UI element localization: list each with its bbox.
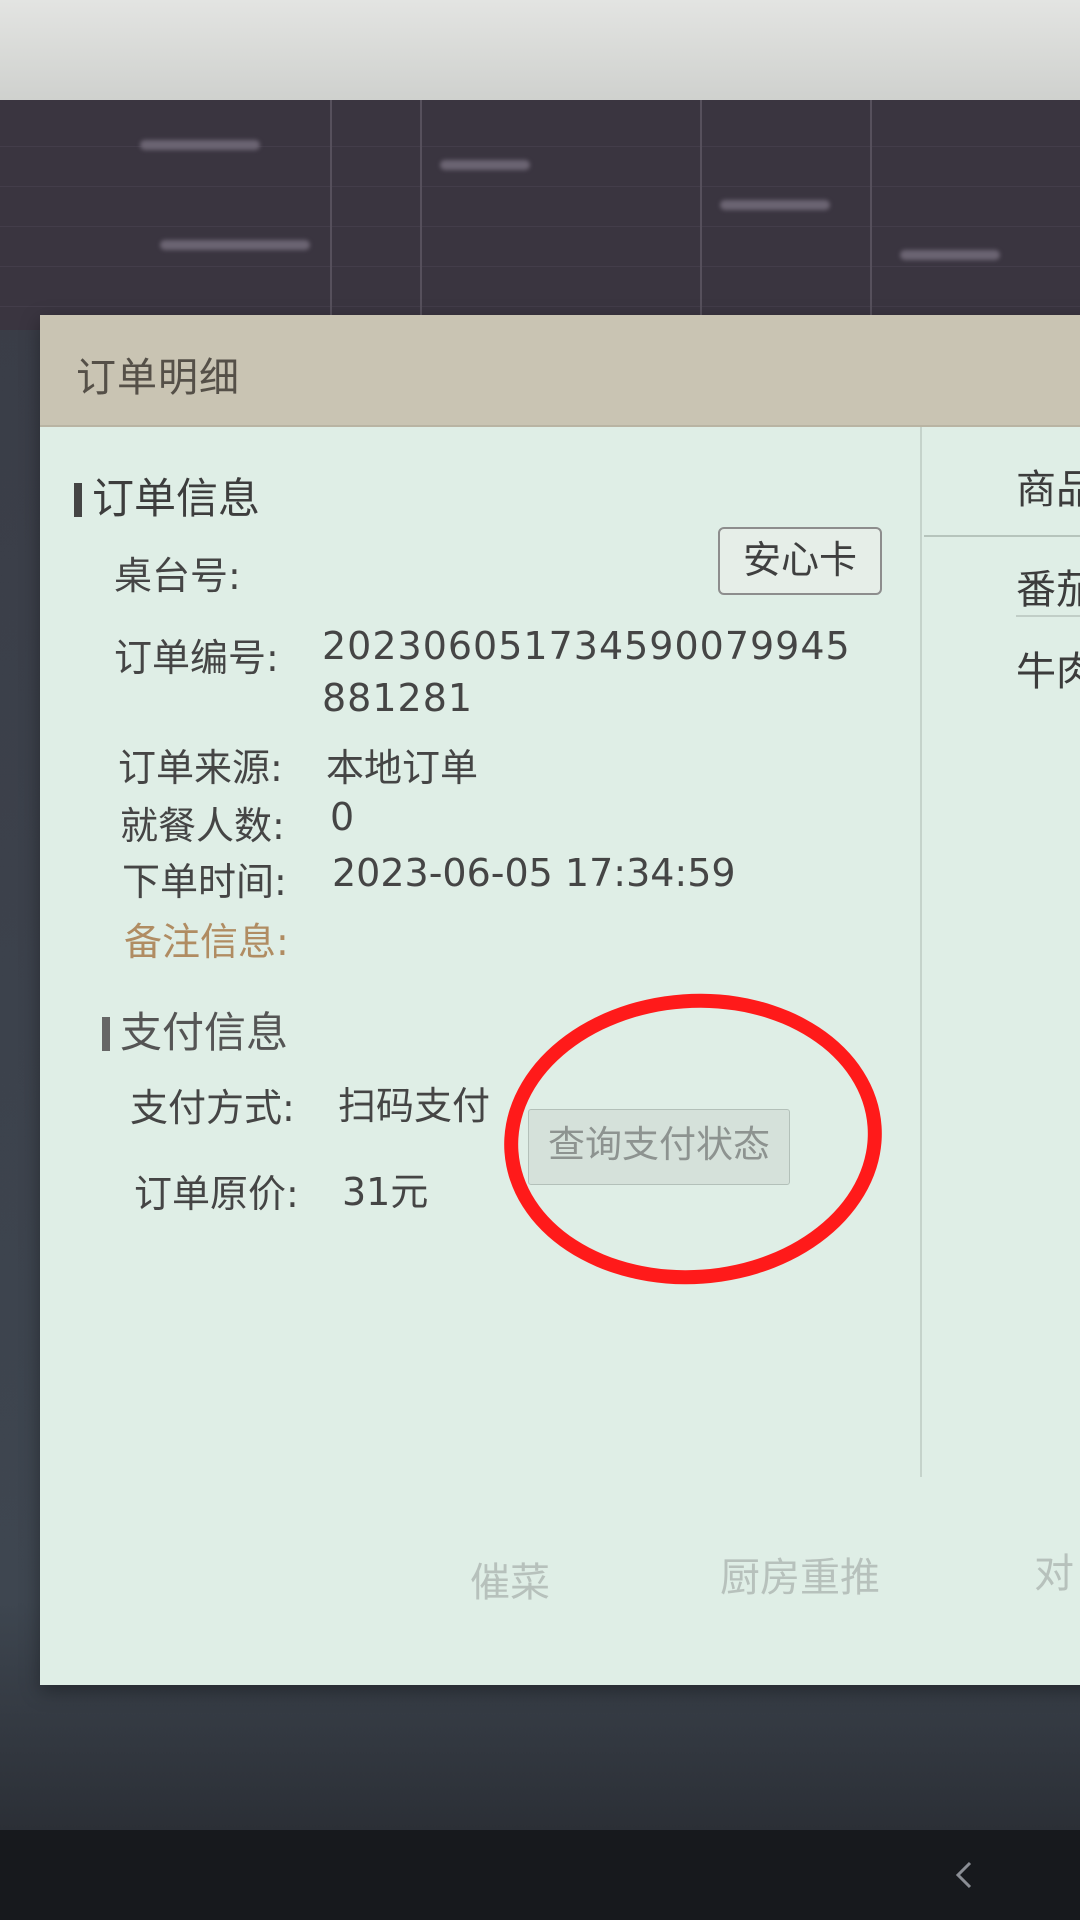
anxin-card-button[interactable]: 安心卡: [718, 527, 882, 595]
dialog-header: 订单明细: [40, 315, 1080, 427]
goods-item[interactable]: 牛肉炒: [1016, 639, 1080, 697]
diners-value: 0: [330, 795, 355, 839]
kitchen-reprint-button[interactable]: 厨房重推: [720, 1545, 880, 1603]
device-bottom-bar: [0, 1830, 1080, 1920]
order-source-label: 订单来源:: [118, 746, 283, 790]
dialog-title: 订单明细: [76, 355, 240, 401]
back-chevron-icon[interactable]: [950, 1860, 980, 1890]
payment-method-value: 扫码支付: [338, 1084, 491, 1128]
payment-info-section-label: 支付信息: [120, 1008, 289, 1057]
partial-action-button[interactable]: 对: [1034, 1541, 1074, 1599]
order-time-label: 下单时间:: [122, 860, 287, 904]
pane-divider: [920, 427, 922, 1477]
original-price-label: 订单原价:: [134, 1172, 299, 1216]
table-number-label: 桌台号:: [114, 554, 241, 598]
order-number-label: 订单编号:: [114, 636, 279, 680]
note-label: 备注信息:: [124, 920, 289, 964]
goods-item[interactable]: 番茄鸡: [1016, 557, 1080, 615]
section-marker: [74, 483, 82, 517]
goods-item-divider: [1016, 615, 1080, 617]
urge-dish-button[interactable]: 催菜: [470, 1550, 550, 1608]
order-info-section-label: 订单信息: [92, 474, 261, 523]
goods-header-divider: [924, 535, 1080, 537]
goods-pane: 商品名 番茄鸡 牛肉炒: [924, 427, 1080, 1477]
payment-info-section-title: 支付信息: [102, 999, 288, 1060]
payment-method-label: 支付方式:: [130, 1086, 295, 1130]
order-number-value: 202306051734590079945881281: [322, 624, 851, 720]
background-app: [0, 100, 1080, 330]
order-detail-dialog: 订单明细 订单信息 桌台号: 安心卡 订单编号: 202306051734590…: [40, 315, 1080, 1685]
diners-label: 就餐人数:: [120, 804, 285, 848]
order-source-value: 本地订单: [326, 746, 479, 790]
section-marker: [102, 1017, 110, 1051]
order-time-value: 2023-06-05 17:34:59: [332, 851, 736, 895]
order-info-section-title: 订单信息: [74, 465, 260, 526]
goods-header: 商品名: [1016, 467, 1080, 513]
monitor-bezel: [0, 0, 1080, 100]
original-price-value: 31元: [342, 1170, 429, 1214]
